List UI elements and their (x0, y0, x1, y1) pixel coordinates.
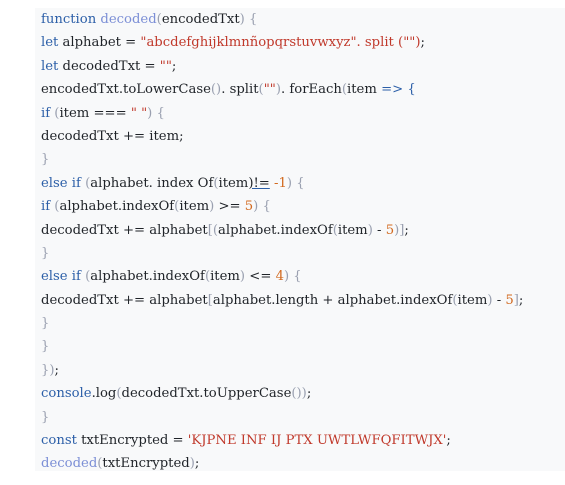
code-line: if (alphabet.indexOf(item) >= 5) { (41, 195, 523, 218)
code-token: decodedTxt += item; (41, 128, 184, 144)
code-line: const txtEncrypted = 'KJPNE INF IJ PTX U… (41, 429, 523, 452)
code-line: encodedTxt.toLowerCase(). split(""). for… (41, 78, 523, 101)
code-token: "" (159, 58, 172, 74)
code-token: ; (306, 386, 312, 402)
code-token: - (492, 292, 506, 308)
code-token: } (41, 339, 50, 355)
code-token: )] (394, 222, 405, 238)
code-token: . forEach (280, 82, 342, 98)
code-token: let (41, 58, 63, 74)
code-token: txtEncrypted (102, 456, 190, 472)
code-token: alphabet = (62, 35, 141, 51)
code-token: 5 (505, 292, 514, 308)
code-editor[interactable]: function decoded(encodedTxt) {let alphab… (35, 8, 565, 471)
code-token: - (372, 222, 386, 238)
code-token: ; (420, 35, 425, 51)
code-token: encodedTxt.toLowerCase (41, 82, 211, 98)
code-token: alphabet.indexOf (218, 222, 333, 238)
code-token: console (41, 386, 92, 402)
code-token: if (41, 105, 55, 121)
code-token: } (41, 245, 50, 261)
code-token: ; (446, 433, 451, 449)
code-token: item (457, 292, 488, 308)
code-token: decodedTxt += alphabet (41, 292, 208, 308)
code-token: item (210, 269, 240, 285)
code-line: function decoded(encodedTxt) { (41, 8, 523, 31)
code-token: ; (171, 58, 177, 74)
code-token: encodedTxt (161, 12, 240, 27)
code-token: " " (130, 105, 148, 121)
code-token: [( (207, 222, 218, 238)
code-token: decodedTxt += alphabet (41, 222, 208, 238)
code-token: item (179, 199, 210, 215)
code-token: decodedTxt = (62, 58, 160, 74)
code-token: -1 (269, 175, 287, 191)
code-line: let decodedTxt = ""; (41, 55, 523, 78)
code-token: 5 (385, 222, 395, 238)
code-token: "" (263, 82, 276, 98)
code-line: if (item === " ") { (41, 102, 523, 125)
code-token: 'KJPNE INF IJ PTX UWTLWFQFITWJX' (187, 433, 447, 449)
code-token: decoded (41, 456, 98, 472)
code-token: function (41, 12, 101, 27)
code-token: ) { (286, 175, 305, 191)
code-line: }); (41, 359, 523, 382)
code-token: }) (41, 362, 55, 378)
code-token: alphabet.length + alphabet.indexOf (212, 292, 453, 308)
code-token: ; (54, 362, 59, 378)
code-token: item (218, 175, 249, 191)
code-token: => { (381, 82, 416, 98)
code-token: const (41, 433, 82, 449)
code-token: else if (41, 269, 86, 285)
code-token: txtEncrypted = (81, 433, 188, 449)
code-line: else if (alphabet. index Of(item)!= -1) … (41, 172, 523, 195)
code-token: >= (214, 199, 245, 215)
code-token: decoded (100, 12, 157, 27)
code-token: ; (194, 456, 200, 472)
code-token: alphabet.indexOf (59, 199, 175, 215)
code-token: item (337, 222, 368, 238)
code-token: ()) (291, 386, 307, 402)
code-token: } (41, 152, 50, 168)
code-line: decodedTxt += alphabet[alphabet.length +… (41, 289, 523, 312)
code-token: ) { (239, 12, 258, 27)
code-token: )!= (248, 175, 270, 191)
code-token: .log (91, 386, 117, 402)
code-token: ) { (147, 105, 165, 121)
code-token: 5 (244, 199, 254, 215)
code-block: function decoded(encodedTxt) {let alphab… (41, 8, 523, 476)
code-token: alphabet.indexOf (90, 269, 205, 285)
code-token: } (41, 316, 50, 332)
code-token: ; (518, 292, 524, 308)
code-token: item (347, 82, 382, 98)
code-token: if (41, 199, 55, 215)
code-line: } (41, 312, 523, 335)
code-token: } (41, 409, 50, 425)
code-line: } (41, 148, 523, 171)
code-token: ; (404, 222, 409, 238)
code-line: } (41, 406, 523, 429)
code-token: else if (41, 175, 86, 191)
code-token: alphabet. index Of (90, 175, 214, 191)
code-token: 4 (275, 269, 284, 285)
code-line: } (41, 242, 523, 265)
code-line: console.log(decodedTxt.toUpperCase()); (41, 382, 523, 405)
code-token: item === (59, 105, 131, 121)
code-token: ) { (283, 269, 302, 285)
code-line: let alphabet = "abcdefghijklmnñopqrstuvw… (41, 31, 523, 54)
code-line: decodedTxt += item; (41, 125, 523, 148)
code-token: let (41, 35, 63, 51)
code-token: ) { (253, 199, 271, 215)
code-line: } (41, 335, 523, 358)
code-line: decoded(txtEncrypted); (41, 452, 523, 475)
code-token: <= (245, 269, 276, 285)
code-line: else if (alphabet.indexOf(item) <= 4) { (41, 265, 523, 288)
code-token: () (210, 82, 222, 98)
code-line: decodedTxt += alphabet[(alphabet.indexOf… (41, 219, 523, 242)
code-token: . split (221, 82, 259, 98)
code-token: "abcdefghijklmnñopqrstuvwxyz". split (""… (140, 35, 421, 51)
code-token: decodedTxt.toUpperCase (121, 386, 292, 402)
